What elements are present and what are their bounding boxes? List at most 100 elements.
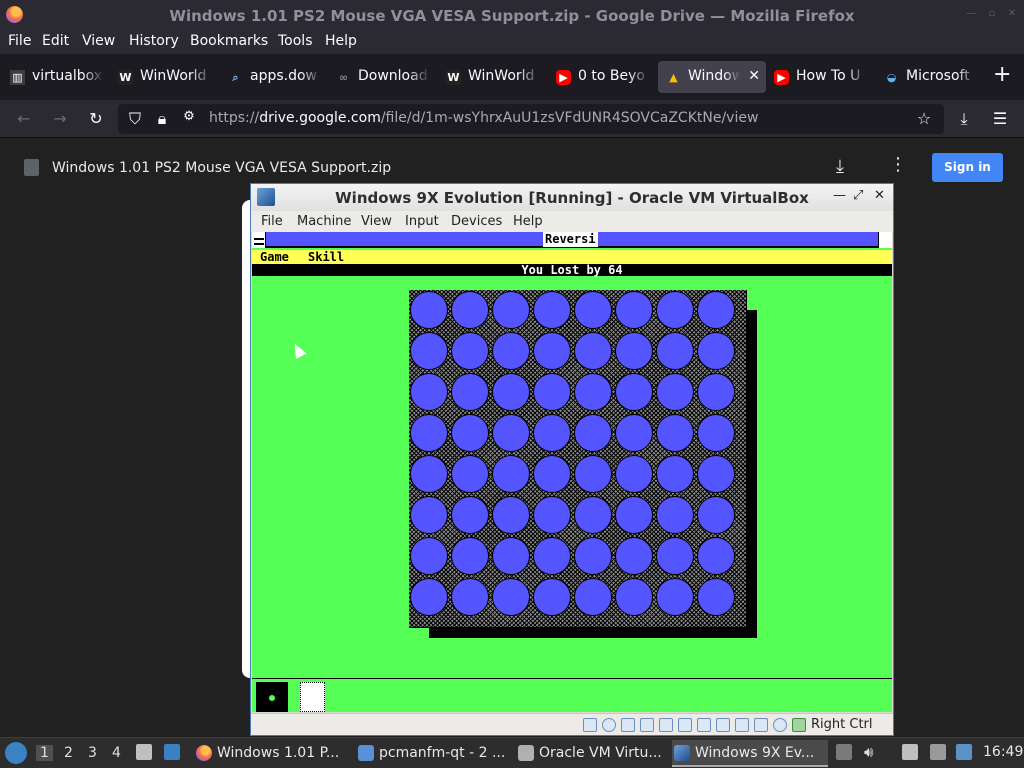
keyboard-layout-icon[interactable] — [836, 744, 852, 760]
board-piece[interactable] — [533, 455, 571, 493]
board-piece[interactable] — [615, 537, 653, 575]
reversi-menu-game[interactable]: Game — [260, 250, 289, 264]
menu-edit[interactable]: Edit — [42, 33, 69, 49]
minimize-icon[interactable]: — — [833, 188, 846, 203]
board-piece[interactable] — [410, 414, 448, 452]
close-icon[interactable]: ✕ — [1006, 8, 1018, 20]
board-piece[interactable] — [451, 455, 489, 493]
tab-microsoft[interactable]: ◒ Microsoft — [876, 61, 984, 93]
menu-help[interactable]: Help — [325, 33, 357, 49]
board-piece[interactable] — [574, 537, 612, 575]
tab-youtube-2[interactable]: ▶ How To U — [766, 61, 874, 93]
permissions-icon[interactable]: ⚙ — [178, 109, 200, 124]
board-piece[interactable] — [697, 414, 735, 452]
back-icon[interactable]: ← — [13, 109, 35, 128]
maximize-icon[interactable]: ▫ — [986, 8, 998, 20]
board-piece[interactable] — [451, 578, 489, 616]
sign-in-button[interactable]: Sign in — [932, 153, 1003, 182]
board-piece[interactable] — [656, 537, 694, 575]
board-piece[interactable] — [574, 455, 612, 493]
workspace-4[interactable]: 4 — [112, 745, 121, 761]
board-piece[interactable] — [492, 332, 530, 370]
show-desktop-icon[interactable] — [164, 744, 180, 760]
board-piece[interactable] — [492, 578, 530, 616]
board-piece[interactable] — [410, 373, 448, 411]
board-piece[interactable] — [410, 578, 448, 616]
board-piece[interactable] — [656, 414, 694, 452]
board-piece[interactable] — [656, 373, 694, 411]
tab-google-drive[interactable]: ▲ Window ✕ — [658, 61, 766, 93]
tab-winworld-2[interactable]: W WinWorld — [438, 61, 546, 93]
board-piece[interactable] — [615, 455, 653, 493]
tab-download[interactable]: ∞ Download — [328, 61, 436, 93]
display-icon[interactable] — [716, 718, 730, 732]
workspace-2[interactable]: 2 — [64, 745, 73, 761]
vbox-menu-file[interactable]: File — [261, 214, 283, 229]
bookmark-star-icon[interactable]: ☆ — [913, 109, 935, 128]
keyboard-capture-icon[interactable] — [792, 718, 806, 732]
optical-drive-icon[interactable] — [602, 718, 616, 732]
board-piece[interactable] — [656, 578, 694, 616]
downloads-icon[interactable]: ⤓ — [953, 109, 975, 129]
board-piece[interactable] — [615, 291, 653, 329]
board-piece[interactable] — [697, 373, 735, 411]
board-piece[interactable] — [574, 578, 612, 616]
vbox-menu-devices[interactable]: Devices — [451, 214, 502, 229]
bluetooth-icon[interactable] — [956, 744, 972, 760]
board-piece[interactable] — [533, 414, 571, 452]
reversi-board[interactable] — [409, 290, 747, 628]
board-piece[interactable] — [697, 291, 735, 329]
menu-history[interactable]: History — [129, 33, 179, 49]
board-piece[interactable] — [533, 332, 571, 370]
tab-youtube-1[interactable]: ▶ 0 to Beyo — [548, 61, 656, 93]
network-icon[interactable] — [659, 718, 673, 732]
board-piece[interactable] — [615, 332, 653, 370]
board-piece[interactable] — [697, 455, 735, 493]
board-piece[interactable] — [615, 414, 653, 452]
board-piece[interactable] — [492, 291, 530, 329]
minimized-notepad-icon[interactable] — [300, 682, 325, 712]
tab-winworld-1[interactable]: W WinWorld — [110, 61, 218, 93]
vbox-menu-help[interactable]: Help — [513, 214, 543, 229]
board-piece[interactable] — [574, 332, 612, 370]
lock-icon[interactable]: 🔒︎ — [151, 109, 173, 129]
menu-view[interactable]: View — [82, 33, 115, 49]
tab-virtualbox[interactable]: ▥ virtualbox — [2, 61, 110, 93]
board-piece[interactable] — [410, 291, 448, 329]
board-piece[interactable] — [533, 578, 571, 616]
board-piece[interactable] — [492, 496, 530, 534]
board-piece[interactable] — [697, 537, 735, 575]
board-piece[interactable] — [492, 537, 530, 575]
menu-bookmarks[interactable]: Bookmarks — [190, 33, 268, 49]
usb-icon[interactable] — [678, 718, 692, 732]
board-piece[interactable] — [697, 496, 735, 534]
vbox-menu-input[interactable]: Input — [405, 214, 439, 229]
board-piece[interactable] — [410, 496, 448, 534]
board-piece[interactable] — [451, 373, 489, 411]
board-piece[interactable] — [492, 455, 530, 493]
board-piece[interactable] — [451, 332, 489, 370]
audio-icon[interactable] — [640, 718, 654, 732]
board-piece[interactable] — [410, 455, 448, 493]
taskbar-item-vm[interactable]: Windows 9X Ev... — [672, 740, 828, 767]
recording-icon[interactable] — [735, 718, 749, 732]
file-manager-launcher-icon[interactable] — [136, 744, 152, 760]
taskbar-item-pcmanfm[interactable]: pcmanfm-qt - 2 ... — [356, 740, 506, 767]
forward-icon[interactable]: → — [49, 109, 71, 128]
maximize-icon[interactable]: ⤢ — [853, 188, 863, 203]
board-piece[interactable] — [533, 496, 571, 534]
close-icon[interactable]: ✕ — [874, 188, 885, 203]
board-piece[interactable] — [615, 496, 653, 534]
new-tab-icon[interactable]: + — [993, 62, 1011, 87]
close-tab-icon[interactable]: ✕ — [748, 68, 760, 84]
board-piece[interactable] — [410, 332, 448, 370]
board-piece[interactable] — [410, 537, 448, 575]
board-piece[interactable] — [533, 291, 571, 329]
board-piece[interactable] — [656, 291, 694, 329]
board-piece[interactable] — [574, 496, 612, 534]
board-piece[interactable] — [492, 373, 530, 411]
floppy-icon[interactable] — [621, 718, 635, 732]
board-piece[interactable] — [451, 414, 489, 452]
board-piece[interactable] — [697, 332, 735, 370]
vbox-menu-view[interactable]: View — [361, 214, 392, 229]
